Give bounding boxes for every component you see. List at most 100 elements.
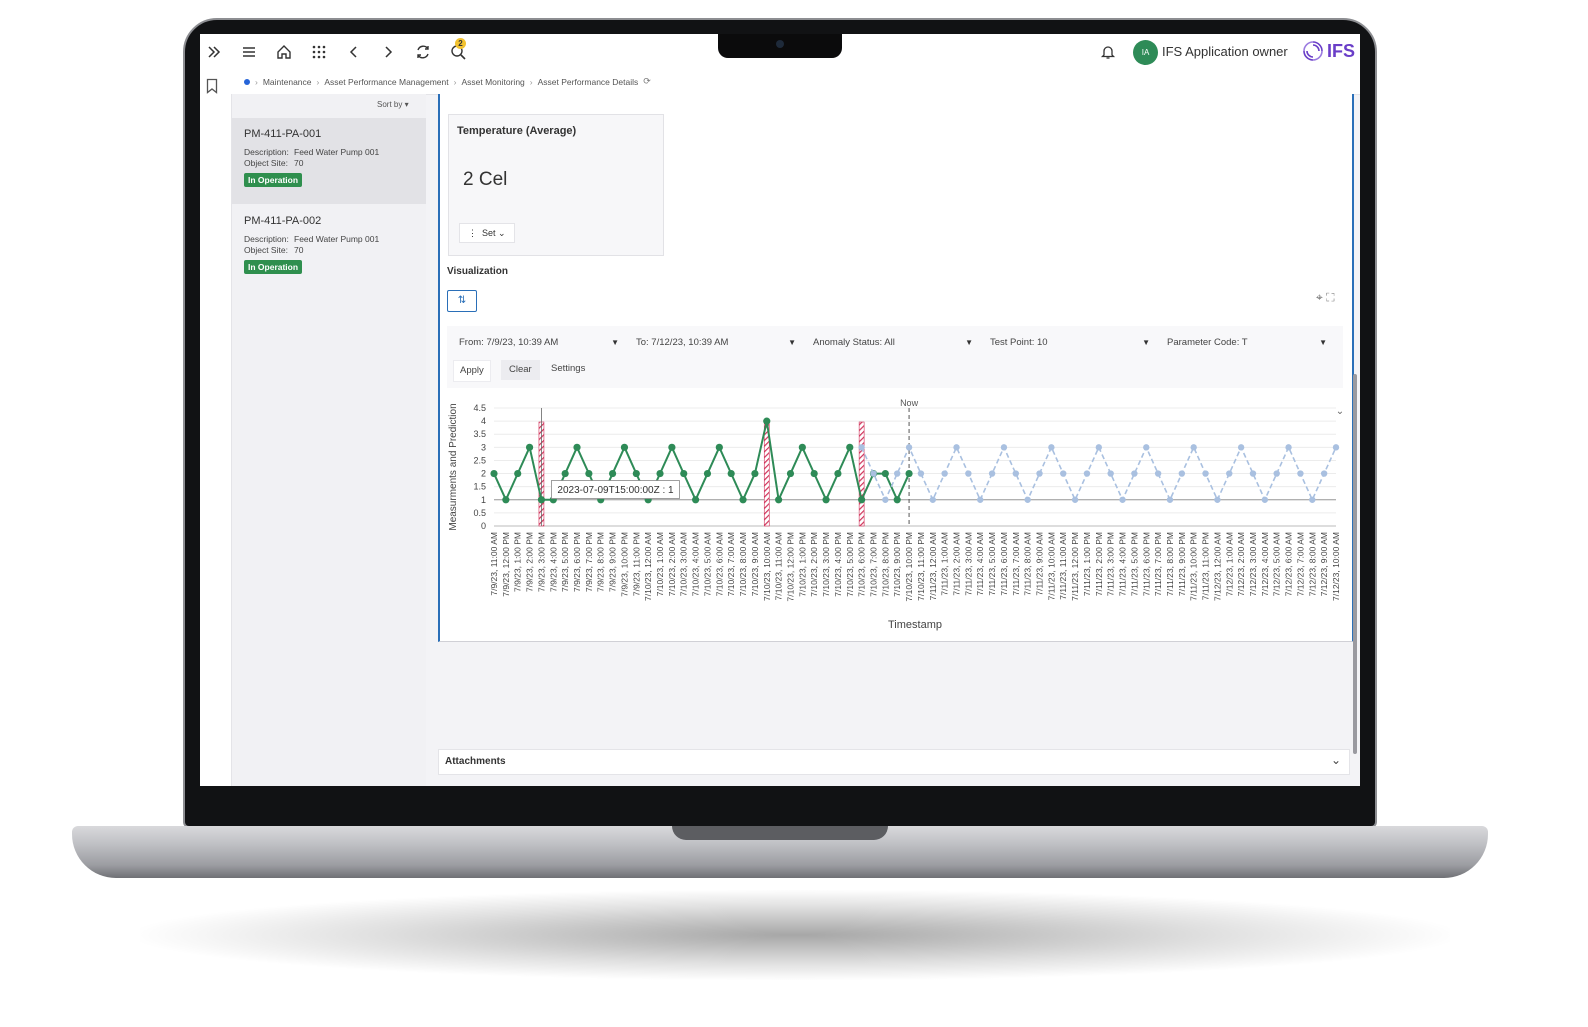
- prediction-point: [1214, 496, 1221, 503]
- list-item[interactable]: PM-411-PA-001 Description: Feed Water Pum…: [232, 118, 426, 204]
- x-tick-label: 7/11/23, 8:00 PM: [1165, 532, 1175, 596]
- bell-icon[interactable]: [1098, 42, 1118, 62]
- x-tick-label: 7/11/23, 7:00 PM: [1153, 532, 1163, 596]
- x-tick-label: 7/10/23, 6:00 PM: [857, 532, 867, 597]
- settings-button[interactable]: Settings: [551, 359, 585, 379]
- chevron-down-icon[interactable]: ⌄: [1331, 753, 1341, 767]
- measurement-point: [585, 469, 593, 478]
- forward-icon[interactable]: [378, 42, 398, 62]
- measurement-point: [561, 469, 569, 478]
- site-label: Object Site:: [244, 158, 288, 168]
- measurement-point: [893, 496, 901, 504]
- x-tick-label: 7/11/23, 12:00 PM: [1070, 532, 1080, 601]
- x-tick-label: 7/11/23, 5:00 AM: [987, 532, 997, 596]
- attachments-section[interactable]: Attachments ⌄: [438, 749, 1350, 775]
- measurement-chart: 0 0.5 1 1.5 2 2.5 3 3.5 4 4.5 Measurments and Pred…: [446, 396, 1346, 636]
- camera-notch: [718, 34, 842, 58]
- x-tick-label: 7/9/23, 3:00 PM: [536, 532, 546, 592]
- parameter-code-filter[interactable]: Parameter Code: T ▼: [1167, 334, 1327, 352]
- crosshair-icon[interactable]: ⌖: [1316, 290, 1323, 304]
- fullscreen-icon[interactable]: ⛶: [1326, 290, 1334, 304]
- attachments-label: Attachments: [445, 756, 506, 767]
- prediction-point: [1202, 470, 1209, 477]
- test-point-filter[interactable]: Test Point: 10 ▼: [990, 334, 1150, 352]
- prediction-point: [1237, 444, 1245, 451]
- measurement-point: [573, 443, 581, 451]
- measurement-point: [763, 417, 771, 425]
- x-tick-label: 7/11/23, 9:00 PM: [1177, 532, 1187, 596]
- measurement-point: [775, 496, 783, 504]
- scrollbar[interactable]: [1353, 374, 1357, 754]
- x-tick-label: 7/10/23, 1:00 AM: [655, 532, 665, 596]
- anomaly-status-filter[interactable]: Anomaly Status: All ▼: [813, 334, 973, 352]
- prediction-point: [858, 444, 865, 451]
- measurement-point: [502, 496, 510, 504]
- back-icon[interactable]: [344, 42, 364, 62]
- menu-icon[interactable]: [239, 42, 259, 62]
- x-tick-label: 7/11/23, 3:00 PM: [1106, 532, 1116, 596]
- x-tick-label: 7/9/23, 12:00 PM: [501, 532, 511, 597]
- refresh-icon[interactable]: ⟳: [643, 76, 651, 87]
- prediction-point: [1309, 496, 1316, 503]
- x-tick-label: 7/11/23, 5:00 PM: [1129, 532, 1139, 596]
- user-name[interactable]: IFS Application owner: [1162, 44, 1288, 59]
- status-badge: In Operation: [244, 260, 303, 274]
- temperature-value: 2 Cel: [463, 169, 508, 190]
- prediction-point: [988, 470, 996, 477]
- prediction-point: [1000, 444, 1008, 451]
- clear-button[interactable]: Clear: [501, 360, 540, 380]
- x-tick-label: 7/12/23, 10:00 AM: [1331, 532, 1341, 601]
- prediction-point: [941, 470, 948, 477]
- x-tick-label: 7/9/23, 1:00 PM: [513, 532, 523, 592]
- prediction-point: [1261, 496, 1269, 503]
- breadcrumb-item[interactable]: Asset Performance Management: [324, 77, 448, 87]
- bookmark-icon[interactable]: [206, 78, 218, 97]
- home-icon[interactable]: [274, 42, 294, 62]
- asset-id: PM-411-PA-002: [244, 215, 322, 227]
- breadcrumb-separator: ›: [529, 76, 533, 87]
- avatar[interactable]: IA: [1133, 40, 1158, 65]
- x-tick-label: 7/12/23, 7:00 AM: [1295, 532, 1305, 596]
- sort-by-button[interactable]: Sort by ▾: [377, 100, 409, 109]
- prediction-point: [929, 496, 936, 503]
- y-tick-label: 2.5: [473, 455, 486, 465]
- from-date-value: From: 7/9/23, 10:39 AM: [459, 337, 559, 348]
- prediction-point: [1332, 444, 1340, 451]
- to-date-filter[interactable]: To: 7/12/23, 10:39 AM ▼: [636, 334, 796, 352]
- measurement-point: [798, 443, 806, 451]
- x-tick-label: 7/10/23, 3:00 AM: [679, 532, 689, 596]
- prediction-point: [1083, 470, 1091, 477]
- prediction-point: [977, 496, 984, 503]
- set-button[interactable]: ⋮ Set ⌄: [459, 223, 515, 243]
- measurement-point: [786, 469, 795, 478]
- expand-icon[interactable]: [204, 42, 224, 62]
- from-date-filter[interactable]: From: 7/9/23, 10:39 AM ▼: [459, 334, 619, 352]
- filter-bar: From: 7/9/23, 10:39 AM ▼ To: 7/12/23, 10:…: [447, 326, 1343, 388]
- measurement-point: [905, 469, 913, 478]
- prediction-point: [1119, 496, 1126, 503]
- x-axis-label: Timestamp: [888, 619, 942, 631]
- x-tick-label: 7/10/23, 1:00 PM: [797, 532, 807, 597]
- measurement-point: [656, 469, 664, 478]
- x-tick-label: 7/10/23, 4:00 AM: [691, 532, 701, 596]
- asset-detail-panel: Temperature (Average) 2 Cel ⋮ Set ⌄ Visu…: [438, 94, 1354, 642]
- apps-grid-icon[interactable]: [309, 42, 329, 62]
- filter-toggle-button[interactable]: ⇅: [447, 290, 477, 312]
- caret-down-icon: ▼: [788, 338, 796, 347]
- breadcrumb-item[interactable]: Maintenance: [263, 77, 312, 87]
- apply-button[interactable]: Apply: [453, 360, 491, 382]
- prediction-point: [1071, 496, 1079, 503]
- prediction-point: [1154, 470, 1162, 477]
- search-badge: 2: [455, 38, 466, 49]
- x-tick-label: 7/10/23, 7:00 AM: [726, 532, 736, 596]
- x-tick-label: 7/12/23, 12:00 AM: [1212, 532, 1222, 601]
- breadcrumb-home-dot[interactable]: [244, 78, 250, 85]
- breadcrumb-item[interactable]: Asset Monitoring: [461, 77, 524, 87]
- refresh-icon[interactable]: [413, 42, 433, 62]
- breadcrumb-item[interactable]: Asset Performance Details: [538, 77, 639, 87]
- measurement-point: [692, 496, 700, 504]
- desc-label: Description:: [244, 147, 289, 157]
- x-tick-label: 7/11/23, 2:00 PM: [1094, 532, 1104, 596]
- list-item[interactable]: PM-411-PA-002 Description: Feed Water Pum…: [232, 205, 426, 291]
- x-tick-label: 7/11/23, 6:00 PM: [1141, 532, 1151, 596]
